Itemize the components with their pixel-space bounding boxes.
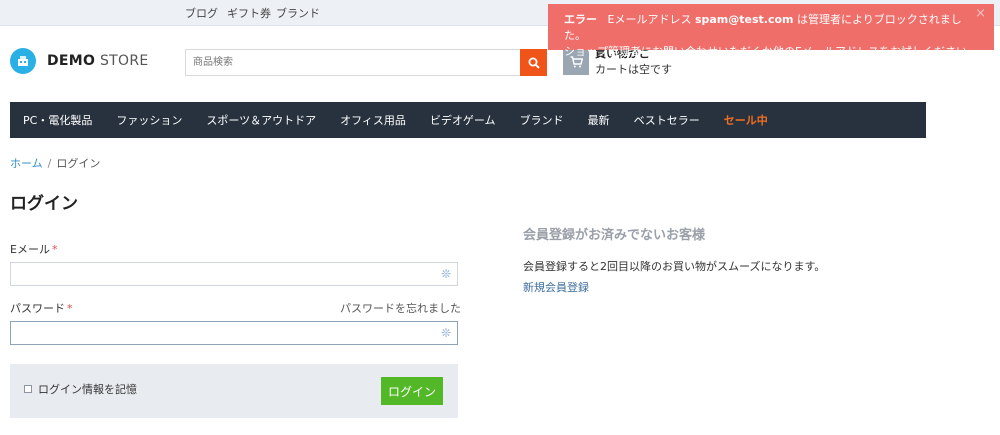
- nav-item-office[interactable]: オフィス用品: [340, 112, 406, 128]
- password-input[interactable]: [11, 322, 457, 344]
- nav-item-sports-outdoor[interactable]: スポーツ＆アウトドア: [206, 112, 316, 128]
- alert-email: spam@test.com: [694, 13, 794, 26]
- required-mark: *: [51, 243, 58, 256]
- store-name-light: STORE: [99, 53, 149, 69]
- register-link[interactable]: 新規会員登録: [523, 279, 589, 295]
- top-link-blog[interactable]: ブログ: [185, 5, 218, 21]
- alert-text-before: Eメールアドレス: [607, 13, 692, 26]
- login-button[interactable]: ログイン: [381, 377, 443, 405]
- top-link-brands[interactable]: ブランド: [276, 5, 320, 21]
- cart-status: カートは空です: [595, 63, 672, 76]
- breadcrumb-separator: /: [47, 157, 52, 170]
- nav-item-sale[interactable]: セール中: [724, 112, 768, 128]
- login-action-box: ログイン情報を記憶 ログイン: [10, 364, 458, 418]
- nav-item-brands[interactable]: ブランド: [520, 112, 564, 128]
- error-alert: エラー Eメールアドレス spam@test.com は管理者によりブロックされ…: [548, 4, 994, 58]
- remember-checkbox[interactable]: [24, 385, 32, 393]
- store-name-strong: DEMO: [47, 53, 96, 69]
- store-logo[interactable]: DEMO STORE: [10, 48, 149, 74]
- nav-item-fashion[interactable]: ファッション: [116, 112, 182, 128]
- required-mark: *: [67, 302, 73, 315]
- nav-item-bestsellers[interactable]: ベストセラー: [634, 112, 700, 128]
- email-label-text: Eメール: [10, 243, 50, 256]
- nav-item-pc-electronics[interactable]: PC・電化製品: [23, 112, 92, 128]
- breadcrumb: ホーム / ログイン: [10, 155, 100, 171]
- alert-line-1: エラー Eメールアドレス spam@test.com は管理者によりブロックされ…: [564, 12, 978, 44]
- alert-line-2: ショップ管理者にお問い合わせいただくか他のEメールアドレスをお試しください。: [564, 45, 978, 58]
- email-field[interactable]: ❊: [10, 262, 458, 286]
- remember-me[interactable]: ログイン情報を記憶: [24, 381, 137, 397]
- breadcrumb-home[interactable]: ホーム: [10, 157, 43, 170]
- email-label: Eメール *: [10, 241, 57, 257]
- search-bar: [185, 49, 547, 76]
- nav-item-new[interactable]: 最新: [588, 112, 610, 128]
- breadcrumb-current: ログイン: [56, 157, 101, 170]
- store-logo-icon: [10, 48, 36, 74]
- password-label: パスワード *: [10, 300, 73, 316]
- email-input[interactable]: [11, 263, 457, 285]
- password-field[interactable]: ❊: [10, 321, 458, 345]
- alert-close-icon[interactable]: ×: [975, 6, 986, 22]
- nav-item-video-games[interactable]: ビデオゲーム: [430, 112, 496, 128]
- search-input[interactable]: [185, 49, 521, 76]
- search-button[interactable]: [520, 49, 547, 76]
- password-label-text: パスワード: [10, 302, 65, 315]
- main-nav: PC・電化製品 ファッション スポーツ＆アウトドア オフィス用品 ビデオゲーム …: [10, 102, 926, 138]
- register-description: 会員登録すると2回目以降のお買い物がスムーズになります。: [523, 260, 826, 273]
- alert-label: エラー: [564, 13, 597, 26]
- snowflake-icon: ❊: [440, 267, 451, 281]
- forgot-password-link[interactable]: パスワードを忘れました: [340, 300, 461, 316]
- remember-label: ログイン情報を記憶: [38, 383, 137, 396]
- store-name: DEMO STORE: [47, 53, 149, 69]
- register-title: 会員登録がお済みでないお客様: [523, 228, 706, 243]
- snowflake-icon: ❊: [440, 326, 451, 340]
- top-link-gift-card[interactable]: ギフト券: [227, 5, 271, 21]
- search-icon: [528, 57, 540, 69]
- page-title: ログイン: [10, 194, 78, 214]
